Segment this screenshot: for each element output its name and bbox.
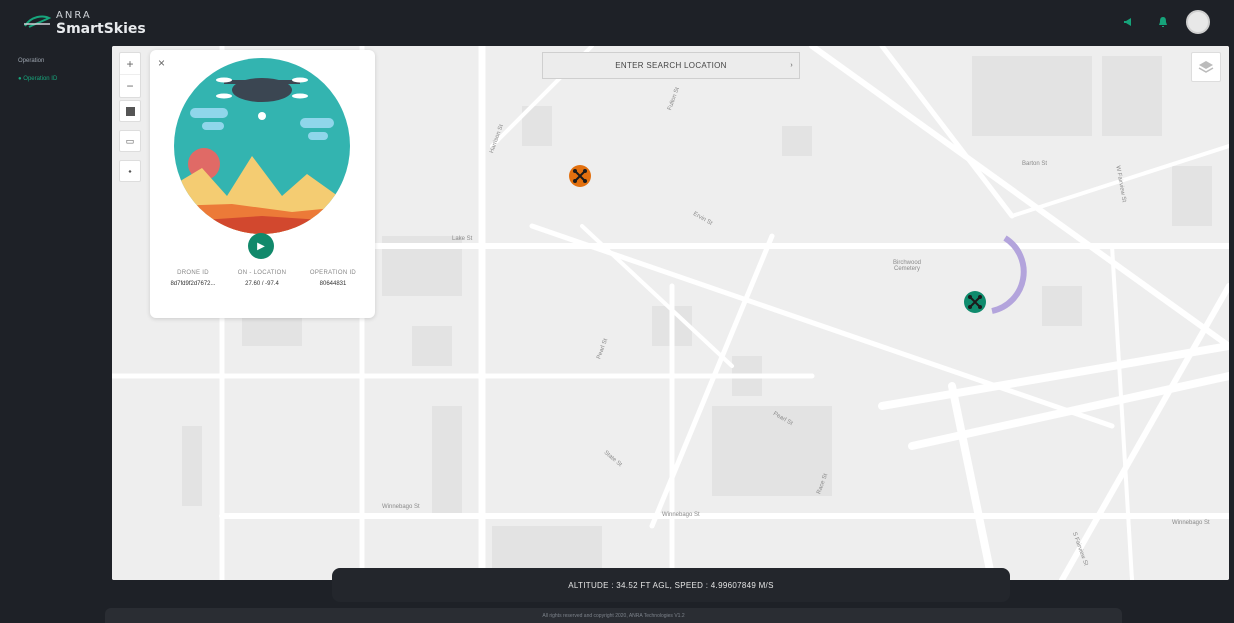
drone-icon	[573, 169, 587, 183]
search-location[interactable]: ENTER SEARCH LOCATION ›	[542, 52, 800, 79]
street-label: Winnebago St	[382, 504, 420, 510]
chevron-right-icon: ›	[790, 62, 793, 69]
pin-icon: ⬩	[128, 165, 132, 176]
operation-id-field: OPERATION ID 80644831	[293, 270, 373, 287]
drone-icon	[968, 295, 982, 309]
telemetry-text: ALTITUDE : 34.52 FT AGL, SPEED : 4.99607…	[568, 580, 774, 590]
square-icon	[125, 106, 135, 116]
leaf-logo-icon	[24, 15, 52, 28]
location-value: 27.60 / -97.4	[245, 281, 279, 287]
play-button[interactable]: ▶	[248, 233, 274, 259]
brand-logo[interactable]: ANRA SmartSkies	[22, 10, 162, 40]
user-avatar[interactable]	[1186, 10, 1210, 34]
drone-marker-active[interactable]	[569, 165, 591, 187]
draw-rectangle-button[interactable]	[119, 100, 141, 122]
layers-icon	[1198, 61, 1214, 73]
sidebar-title: Operation	[18, 58, 45, 64]
top-bar: ANRA SmartSkies	[0, 0, 1234, 44]
location-label: ON - LOCATION	[237, 270, 287, 276]
poi-label: Birchwood Cemetery	[892, 260, 921, 272]
operation-id-label: OPERATION ID	[309, 270, 357, 276]
drone-id-value: 8d7fd9f2d7672...	[170, 281, 216, 287]
street-label: Lake St	[452, 236, 473, 242]
search-location-label: ENTER SEARCH LOCATION	[615, 61, 727, 70]
location-field: ON - LOCATION 27.60 / -97.4	[222, 270, 302, 287]
drone-id-label: DRONE ID	[177, 270, 209, 276]
operation-id-value: 80644831	[319, 281, 347, 287]
street-label: Winnebago St	[662, 512, 700, 518]
drone-marker-selected[interactable]	[964, 291, 986, 313]
megaphone-icon[interactable]	[1118, 11, 1140, 33]
street-label: Winnebago St	[1172, 520, 1210, 526]
brand-name: SmartSkies	[56, 21, 146, 37]
drone-info-card: × ▶ DRONE ID 8d7fd9f2d7672... ON - LOCAT…	[150, 50, 375, 318]
sidebar-item-operation[interactable]: ● Operation ID	[18, 76, 57, 82]
draw-tool-button[interactable]: ▭	[119, 130, 141, 152]
footer: All rights reserved and copyright 2020, …	[105, 608, 1122, 623]
drone-tool-icon: ▭	[125, 135, 135, 146]
street-label: Barton St	[1022, 161, 1048, 167]
drone-id-field: DRONE ID 8d7fd9f2d7672...	[153, 270, 233, 287]
play-icon: ▶	[257, 240, 265, 252]
zoom-control: + −	[119, 52, 141, 98]
bell-icon[interactable]	[1152, 11, 1174, 33]
copyright-text: All rights reserved and copyright 2020, …	[542, 613, 685, 619]
marker-button[interactable]: ⬩	[119, 160, 141, 182]
brand-name-top: ANRA	[56, 10, 92, 21]
zoom-out-button[interactable]: −	[120, 75, 140, 97]
sidebar: Operation ● Operation ID	[0, 44, 112, 623]
map-view[interactable]: Lake St Winnebago St Winnebago St Pearl …	[112, 46, 1229, 580]
drone-illustration	[174, 58, 350, 234]
telemetry-status-bar: ALTITUDE : 34.52 FT AGL, SPEED : 4.99607…	[332, 568, 1010, 602]
zoom-in-button[interactable]: +	[120, 53, 140, 75]
layers-button[interactable]	[1191, 52, 1221, 82]
close-icon[interactable]: ×	[158, 56, 165, 70]
